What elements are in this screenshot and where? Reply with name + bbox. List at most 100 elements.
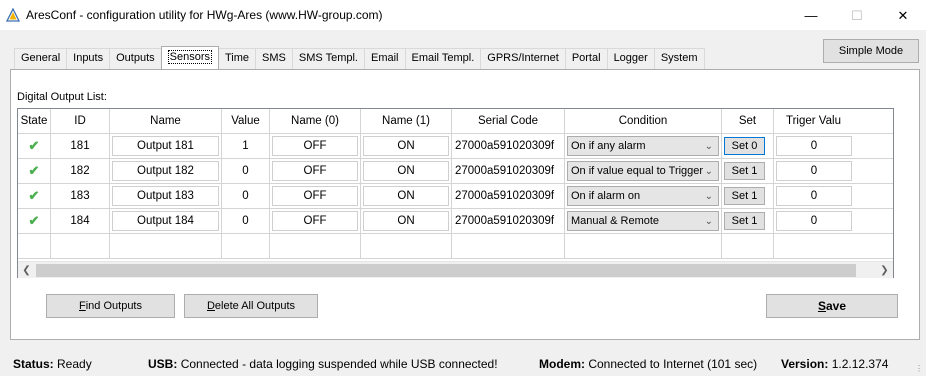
version-section: Version: 1.2.12.374 [781,357,888,371]
scroll-right-icon[interactable]: ❯ [876,263,893,278]
header-value[interactable]: Value [222,109,270,134]
chevron-down-icon: ⌄ [704,141,713,152]
condition-select[interactable]: Manual & Remote ⌄ [567,211,719,231]
table-row[interactable]: ✔ 181 Output 181 1 OFF ON 27000a59102030… [18,134,893,159]
table-row-empty[interactable] [18,234,893,259]
name1-field[interactable]: ON [363,211,449,231]
name0-field[interactable]: OFF [272,161,358,181]
name1-field[interactable]: ON [363,161,449,181]
maximize-button[interactable]: ☐ [834,0,880,31]
table-row[interactable]: ✔ 183 Output 183 0 OFF ON 27000a59102030… [18,184,893,209]
name-cell: Output 181 [110,134,222,159]
name1-field[interactable]: ON [363,186,449,206]
name-cell: Output 182 [110,159,222,184]
table-row[interactable]: ✔ 182 Output 182 0 OFF ON 27000a59102030… [18,159,893,184]
save-button[interactable]: Save [766,294,898,318]
empty-cell [270,234,361,259]
tab-portal[interactable]: Portal [564,48,608,69]
tab-general[interactable]: General [14,48,68,69]
condition-select[interactable]: On if value equal to Trigger ⌄ [567,161,719,181]
delete-all-outputs-button[interactable]: Delete All Outputs [184,294,318,318]
set-button[interactable]: Set 1 [724,162,765,180]
grid-header-row: State ID Name Value Name (0) Name (1) Se… [18,109,893,134]
condition-select[interactable]: On if alarm on ⌄ [567,186,719,206]
empty-cell [18,234,51,259]
name-field[interactable]: Output 182 [112,161,219,181]
header-serial-code[interactable]: Serial Code [452,109,565,134]
tab-label: SMS [262,52,286,64]
trigger-field[interactable]: 0 [776,211,852,231]
tab-email[interactable]: Email [363,48,406,69]
header-trigger-value[interactable]: Triger Valu [774,109,893,134]
scrollbar-thumb[interactable] [36,264,856,277]
name0-cell: OFF [270,134,361,159]
tab-logger[interactable]: Logger [606,48,655,69]
status-value: Ready [57,357,92,371]
tab-outputs[interactable]: Outputs [109,48,162,69]
horizontal-scrollbar[interactable]: ❮ ❯ [18,261,893,278]
table-row[interactable]: ✔ 184 Output 184 0 OFF ON 27000a59102030… [18,209,893,234]
status-label: Status: [13,357,54,371]
tab-gprs-internet[interactable]: GPRS/Internet [480,48,566,69]
value-cell: 0 [222,159,270,184]
trigger-field[interactable]: 0 [776,136,852,156]
name1-cell: ON [361,159,452,184]
name1-field[interactable]: ON [363,136,449,156]
trigger-field[interactable]: 0 [776,186,852,206]
close-button[interactable]: ✕ [880,0,926,31]
name-field[interactable]: Output 183 [112,186,219,206]
resize-grip-icon[interactable]: ⋮ [915,364,923,373]
set-button[interactable]: Set 1 [724,212,765,230]
condition-value: On if alarm on [571,190,641,202]
status-section: Status: Ready [13,357,92,371]
window-title: AresConf - configuration utility for HWg… [26,8,383,22]
header-state[interactable]: State [18,109,51,134]
state-cell: ✔ [18,209,51,234]
header-id[interactable]: ID [51,109,110,134]
name0-cell: OFF [270,159,361,184]
digital-output-list-label: Digital Output List: [17,91,107,103]
chevron-down-icon: ⌄ [704,216,713,227]
tab-label: Sensors [167,50,212,64]
state-cell: ✔ [18,134,51,159]
header-name[interactable]: Name [110,109,222,134]
tab-sensors[interactable]: Sensors [160,46,219,69]
header-condition[interactable]: Condition [565,109,722,134]
find-outputs-button[interactable]: Find Outputs [46,294,175,318]
trigger-field[interactable]: 0 [776,161,852,181]
name1-cell: ON [361,134,452,159]
condition-select[interactable]: On if any alarm ⌄ [567,136,719,156]
name0-field[interactable]: OFF [272,186,358,206]
name0-field[interactable]: OFF [272,211,358,231]
value-cell: 0 [222,184,270,209]
tab-label: Email [370,52,399,64]
minimize-button[interactable]: — [788,0,834,31]
serial-code-cell: 27000a591020309f [452,134,565,159]
tab-system[interactable]: System [653,48,705,69]
tab-sms[interactable]: SMS [255,48,293,69]
id-cell: 181 [51,134,110,159]
check-icon: ✔ [28,213,40,228]
name1-cell: ON [361,209,452,234]
status-bar: Status: Ready USB: Connected - data logg… [0,352,926,376]
set-button[interactable]: Set 1 [724,187,765,205]
scroll-left-icon[interactable]: ❮ [18,263,35,278]
empty-cell [110,234,222,259]
set-button[interactable]: Set 0 [724,137,765,155]
simple-mode-button[interactable]: Simple Mode [823,39,919,63]
header-set[interactable]: Set [722,109,774,134]
name0-cell: OFF [270,209,361,234]
name-field[interactable]: Output 184 [112,211,219,231]
tab-time[interactable]: Time [218,48,257,69]
tab-sms-templ[interactable]: SMS Templ. [291,48,365,69]
name-field[interactable]: Output 181 [112,136,219,156]
state-cell: ✔ [18,184,51,209]
tab-email-templ[interactable]: Email Templ. [404,48,482,69]
tab-inputs[interactable]: Inputs [66,48,111,69]
header-name0[interactable]: Name (0) [270,109,361,134]
tab-label: GPRS/Internet [487,52,559,64]
condition-cell: On if any alarm ⌄ [565,134,722,159]
serial-code-cell: 27000a591020309f [452,184,565,209]
name0-field[interactable]: OFF [272,136,358,156]
header-name1[interactable]: Name (1) [361,109,452,134]
